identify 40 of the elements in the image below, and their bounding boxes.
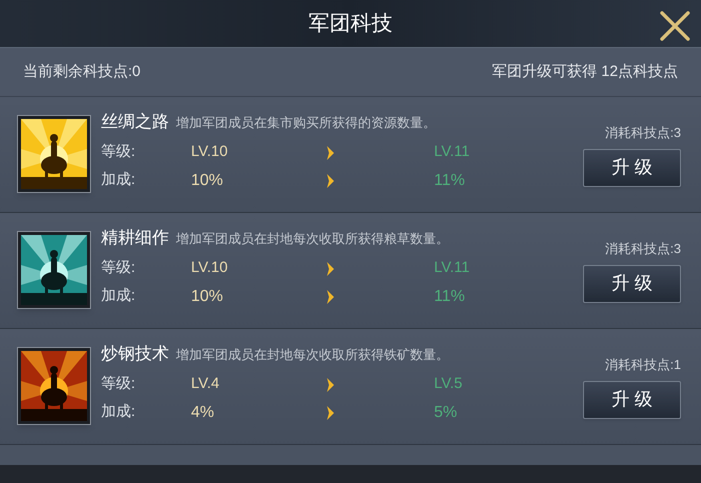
level-label: 等级: (101, 374, 136, 394)
bonus-label: 加成: (101, 402, 136, 422)
tech-description: 增加军团成员在封地每次收取所获得铁矿数量。 (176, 346, 449, 364)
current-bonus: 4% (191, 402, 216, 422)
bonus-label: 加成: (101, 286, 136, 306)
cost-text: 消耗科技点:3 (605, 124, 681, 142)
chevron-right-icon (326, 288, 335, 304)
level-label: 等级: (101, 142, 136, 162)
next-level: LV.11 (434, 258, 470, 278)
tech-name: 精耕细作 (101, 227, 169, 249)
upgrade-button[interactable]: 升 级 (583, 264, 681, 302)
current-level: LV.4 (191, 374, 220, 394)
upgrade-reward-text: 军团升级可获得 12点科技点 (492, 62, 678, 82)
upgrade-button[interactable]: 升 级 (583, 148, 681, 186)
current-level: LV.10 (191, 142, 229, 162)
chevron-right-icon (326, 260, 335, 276)
tech-description: 增加军团成员在集市购买所获得的资源数量。 (176, 114, 436, 132)
next-bonus: 5% (434, 402, 458, 422)
cost-text: 消耗科技点:3 (605, 240, 681, 258)
upgrade-button[interactable]: 升 级 (583, 380, 681, 418)
tech-name: 炒钢技术 (101, 343, 169, 365)
next-level: LV.5 (434, 374, 462, 394)
tech-description: 增加军团成员在封地每次收取所获得粮草数量。 (176, 230, 449, 248)
chevron-right-icon (326, 404, 335, 420)
chevron-right-icon (326, 144, 335, 160)
current-level: LV.10 (191, 258, 229, 278)
chevron-right-icon (326, 172, 335, 188)
remaining-points-text: 当前剩余科技点:0 (23, 62, 141, 82)
next-bonus: 11% (434, 170, 465, 190)
cost-text: 消耗科技点:1 (605, 356, 681, 374)
close-icon[interactable] (659, 10, 691, 42)
tech-name: 丝绸之路 (101, 111, 169, 133)
current-bonus: 10% (191, 286, 224, 306)
chevron-right-icon (326, 376, 335, 392)
next-level: LV.11 (434, 142, 470, 162)
bonus-label: 加成: (101, 170, 136, 190)
level-label: 等级: (101, 258, 136, 278)
window-title: 军团科技 (308, 10, 392, 37)
current-bonus: 10% (191, 170, 224, 190)
next-bonus: 11% (434, 286, 465, 306)
